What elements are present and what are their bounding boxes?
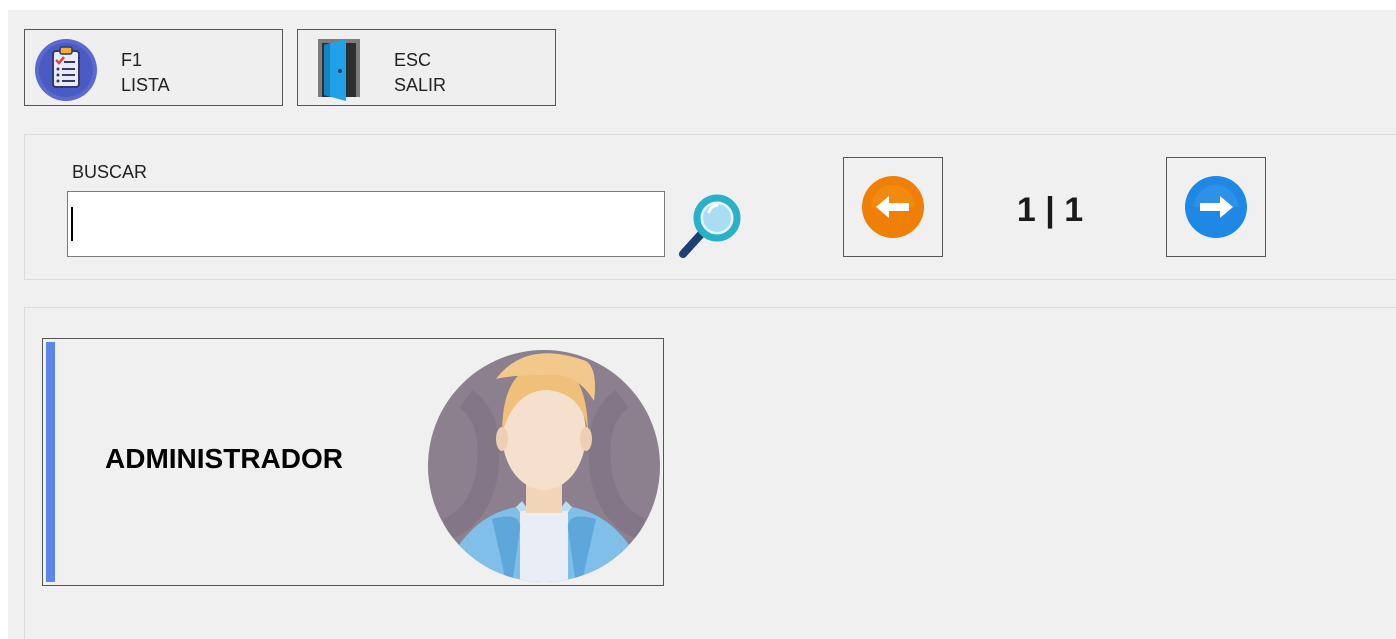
clipboard-list-icon — [35, 39, 97, 101]
arrow-left-icon — [862, 176, 924, 238]
exit-button-key: ESC — [394, 50, 432, 70]
page-counter: 1 | 1 — [1016, 191, 1084, 229]
list-button-label: F1 LISTA — [121, 48, 170, 98]
previous-page-button[interactable] — [843, 157, 943, 257]
user-list-panel: ADMINISTRADOR — [24, 307, 1396, 639]
list-button-text: LISTA — [121, 75, 170, 95]
search-panel: BUSCAR 1 | 1 — [24, 134, 1396, 280]
arrow-right-icon — [1185, 176, 1247, 238]
list-button[interactable]: F1 LISTA — [24, 29, 283, 106]
next-page-button[interactable] — [1166, 157, 1266, 257]
text-caret — [71, 207, 73, 241]
magnifier-icon[interactable] — [673, 190, 745, 262]
search-input[interactable] — [67, 191, 665, 257]
user-avatar-icon — [428, 350, 660, 582]
exit-button[interactable]: ESC SALIR — [297, 29, 556, 106]
exit-button-label: ESC SALIR — [394, 48, 446, 98]
user-card[interactable]: ADMINISTRADOR — [42, 338, 664, 586]
list-button-key: F1 — [121, 50, 143, 70]
search-label: BUSCAR — [72, 162, 148, 182]
exit-button-text: SALIR — [394, 75, 447, 95]
main-window: F1 LISTA ESC SALIR BUSCAR 1 | 1 ADMINIST… — [8, 10, 1396, 639]
card-accent-bar — [46, 342, 55, 582]
user-name: ADMINISTRADOR — [105, 443, 343, 474]
exit-door-icon — [318, 39, 360, 101]
